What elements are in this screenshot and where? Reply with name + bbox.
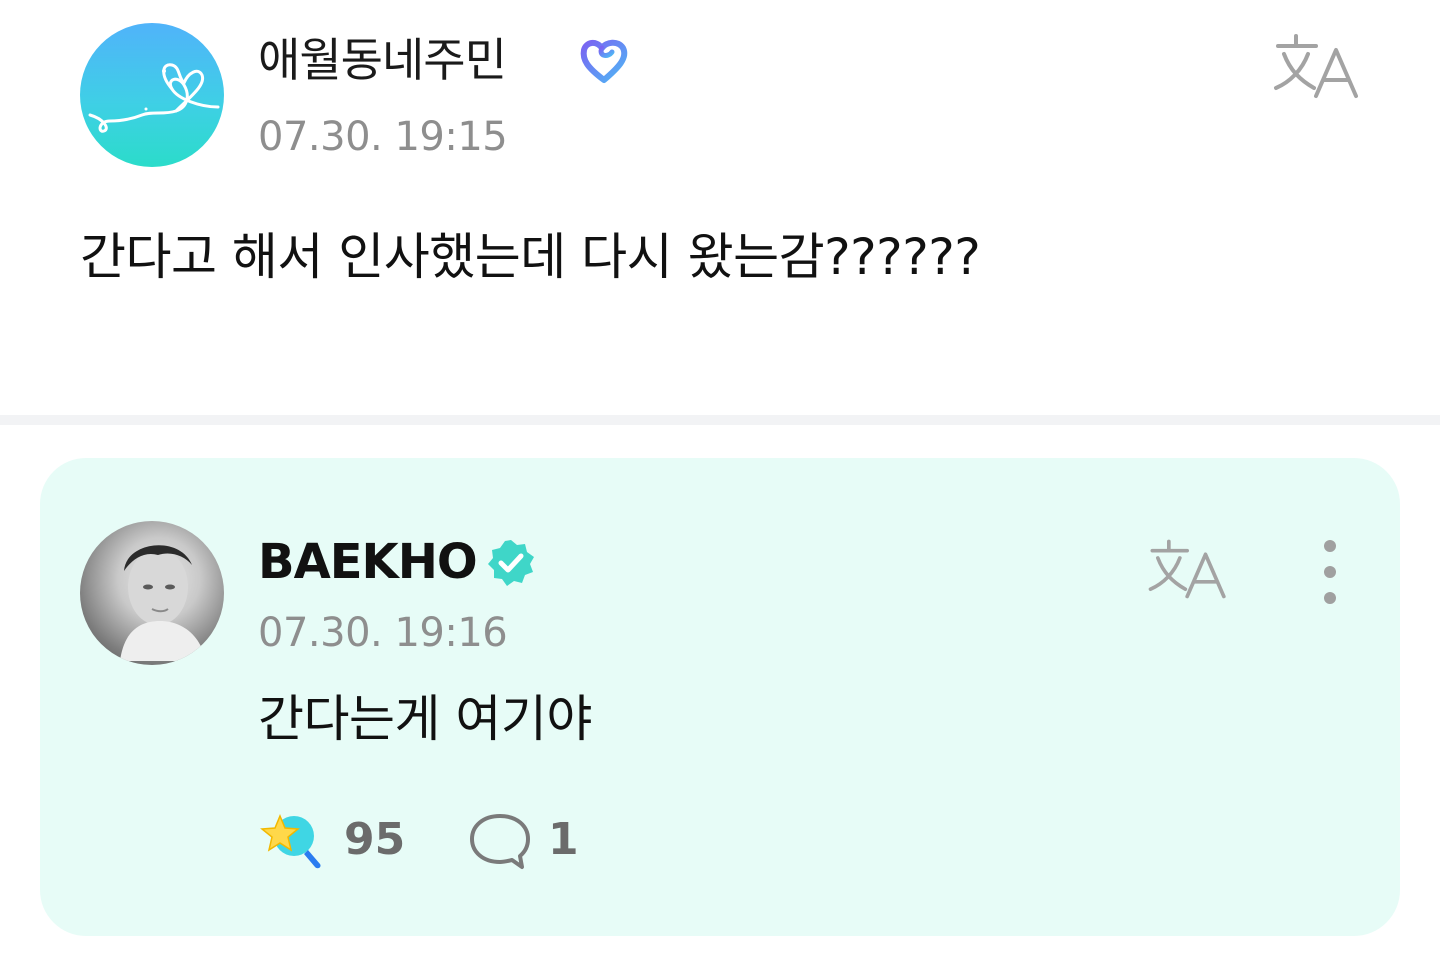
cheer-button[interactable]: 95 [258, 808, 418, 872]
fan-post: 애월동네주민 07.30. 19:15 간다고 해서 인사했는데 다시 왔는감?… [0, 0, 1440, 415]
comment-count: 1 [548, 814, 579, 865]
star-cheer-icon [260, 814, 321, 869]
fan-author-name[interactable]: 애월동네주민 [258, 30, 507, 90]
comment-bubble-icon [470, 814, 530, 869]
translate-icon[interactable] [1270, 30, 1366, 102]
artist-photo [120, 545, 206, 661]
artist-reply-body: 간다는게 여기야 [258, 690, 592, 748]
comment-thread: 애월동네주민 07.30. 19:15 간다고 해서 인사했는데 다시 왔는감?… [0, 0, 1440, 967]
fan-post-timestamp: 07.30. 19:15 [258, 114, 508, 160]
heart-doodle-icon [88, 63, 220, 133]
fan-post-body: 간다고 해서 인사했는데 다시 왔는감?????? [80, 228, 981, 286]
fan-membership-badge-icon [580, 39, 628, 83]
cheer-count: 95 [344, 814, 406, 865]
comment-button[interactable]: 1 [468, 808, 618, 872]
reply-actions: 95 1 [258, 808, 638, 872]
artist-reply-card: BAEKHO 07.30. 19:16 간다는게 여기야 95 1 [40, 458, 1400, 936]
artist-reply-timestamp: 07.30. 19:16 [258, 610, 508, 656]
artist-author-name[interactable]: BAEKHO [258, 532, 478, 592]
more-vertical-icon[interactable] [1308, 538, 1352, 606]
translate-icon[interactable] [1144, 536, 1234, 602]
verified-check-icon [488, 540, 534, 586]
fan-avatar[interactable] [80, 23, 224, 167]
section-divider [0, 415, 1440, 425]
artist-avatar[interactable] [80, 521, 224, 665]
